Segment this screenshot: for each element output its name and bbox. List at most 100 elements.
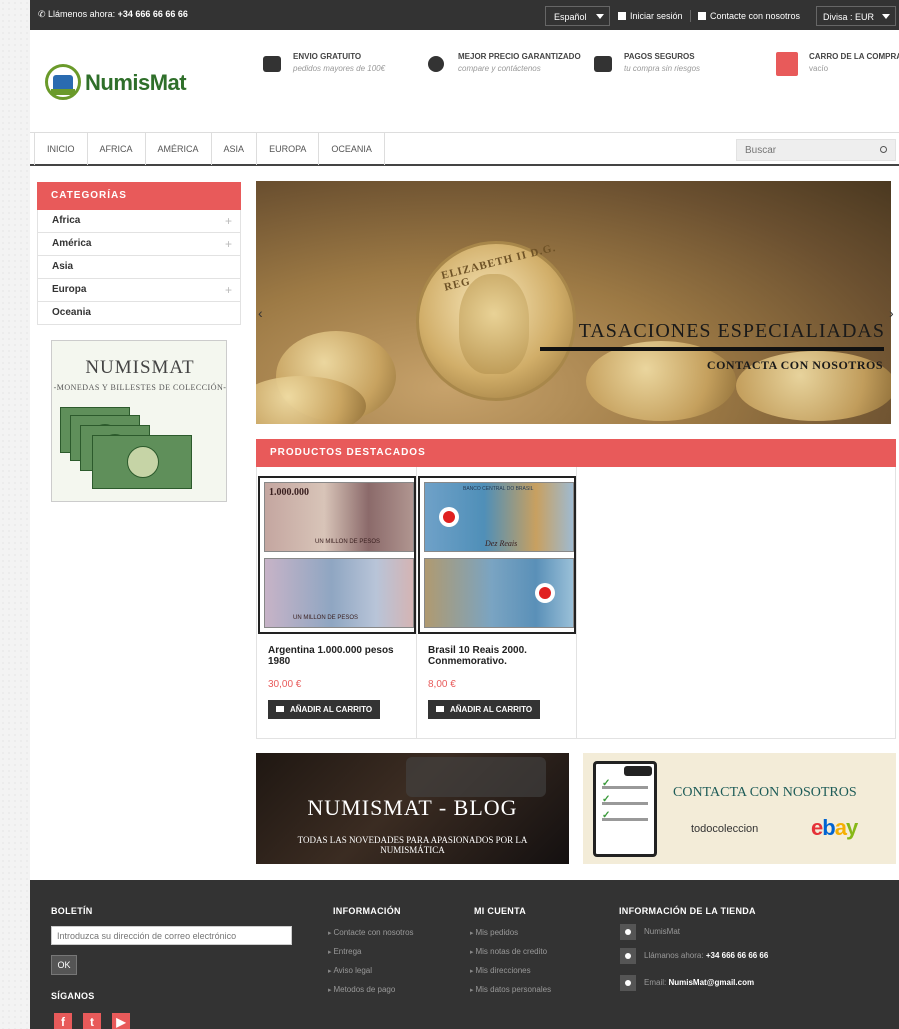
banknote-value: 1.000.000 [269,487,309,498]
footer-link[interactable]: Mis pedidos [470,928,518,937]
banknote-caption: UN MILLON DE PESOS [315,539,381,545]
user-icon [618,12,626,20]
banknote-caption: Dez Reais [485,539,518,548]
category-item-asia[interactable]: Asia [37,256,241,279]
top-phone: ✆ Llámenos ahora: +34 666 66 66 66 [38,9,188,19]
globe-icon [428,56,444,72]
tab-africa[interactable]: AFRICA [88,133,146,165]
top-bar: ✆ Llámenos ahora: +34 666 66 66 66 Españ… [30,0,899,30]
category-item-africa[interactable]: Africa + [37,210,241,233]
footer-link[interactable]: Contacte con nosotros [328,928,413,937]
footer-link[interactable]: Entrega [328,947,361,956]
newsletter-ok-button[interactable]: OK [51,955,77,975]
account-title: MI CUENTA [474,906,527,916]
footer-link[interactable]: Aviso legal [328,966,372,975]
plus-icon[interactable]: + [225,279,232,301]
promo-banner[interactable]: NUMISMAT -MONEDAS Y BILLESTES DE COLECCI… [51,340,227,502]
newsletter-title: BOLETÍN [51,906,93,916]
slider-title: TASACIONES ESPECIALIADAS [578,320,885,342]
categories-title: CATEGORÍAS [37,182,241,210]
chevron-right-icon[interactable]: › [889,305,894,321]
chevron-down-icon [596,14,604,19]
product-card: BANCO CENTRAL DO BRASIL Dez Reais Brasil… [417,467,577,738]
logo-icon [45,64,81,100]
coin-image: ELIZABETH II D.G. REG [416,241,576,401]
banknote-image: BANCO CENTRAL DO BRASIL Dez Reais [424,482,574,552]
tab-asia[interactable]: ASIA [212,133,258,165]
product-price: 8,00 € [428,679,456,690]
product-price: 30,00 € [268,679,302,690]
store-phone: Llámanos ahora: +34 666 66 66 66 [644,951,769,960]
product-name[interactable]: Brasil 10 Reais 2000. Conmemorativo. [428,645,568,667]
banknote-image: UN MILLON DE PESOS [264,558,414,628]
portrait-image [459,274,529,374]
banknote-caption: UN MILLON DE PESOS [293,615,359,621]
twitter-icon[interactable]: t [83,1013,101,1029]
currency-select[interactable]: Divisa : EUR [816,6,896,26]
product-name[interactable]: Argentina 1.000.000 pesos 1980 [268,645,408,667]
location-icon [620,924,636,940]
todocoleccion-logo: todocoleccion [691,823,759,835]
mail-icon [698,12,706,20]
phone-icon: ✆ [38,9,49,19]
card-icon [594,56,612,72]
nav-tabs: INICIO AFRICA AMÉRICA ASIA EUROPA OCEANI… [34,133,385,165]
category-item-america[interactable]: América + [37,233,241,256]
emblem [439,507,459,527]
store-info-title: INFORMACIÓN DE LA TIENDA [619,906,756,916]
coin-image [586,341,736,421]
follow-title: SÍGANOS [51,991,95,1001]
tab-oceania[interactable]: OCEANIA [319,133,385,165]
store-email[interactable]: Email: NumisMat@gmail.com [644,978,754,987]
store-name: NumisMat [644,927,681,936]
divider [690,10,691,22]
newsletter-email-input[interactable] [51,926,292,945]
product-card: 1.000.000 UN MILLON DE PESOS UN MILLON D… [257,467,417,738]
product-image[interactable]: 1.000.000 UN MILLON DE PESOS UN MILLON D… [258,476,416,634]
product-image[interactable]: BANCO CENTRAL DO BRASIL Dez Reais [418,476,576,634]
tab-europa[interactable]: EUROPA [257,133,320,165]
plus-icon[interactable]: + [225,233,232,255]
footer-link[interactable]: Mis notas de credito [470,947,547,956]
contact-link[interactable]: Contacte con nosotros [698,6,800,26]
cart-icon[interactable] [776,52,798,76]
clipboard-icon: ✓ ✓ ✓ [593,761,657,857]
emblem [535,583,555,603]
footer-link[interactable]: Mis direcciones [470,966,530,975]
site-logo[interactable]: NumisMat [45,64,205,104]
main-nav: INICIO AFRICA AMÉRICA ASIA EUROPA OCEANI… [30,132,899,166]
blog-banner[interactable]: NUMISMAT - BLOG TODAS LAS NOVEDADES PARA… [256,753,569,864]
banknote-image [92,435,192,489]
youtube-icon[interactable]: ▶ [112,1013,130,1029]
tab-america[interactable]: AMÉRICA [146,133,212,165]
add-to-cart-button[interactable]: AÑADIR AL CARRITO [268,700,381,719]
search-input[interactable] [737,140,867,160]
hero-slider[interactable]: ELIZABETH II D.G. REG TASACIONES ESPECIA… [256,181,891,424]
banknote-image [424,558,574,628]
mail-icon [620,975,636,991]
footer-link[interactable]: Mis datos personales [470,985,551,994]
phone-icon [620,948,636,964]
slider-cta[interactable]: CONTACTA CON NOSOTROS [707,358,883,373]
featured-title: PRODUCTOS DESTACADOS [256,439,896,467]
plus-icon[interactable]: + [225,210,232,232]
facebook-icon[interactable]: f [54,1013,72,1029]
slider-divider [540,347,884,351]
footer-link[interactable]: Metodos de pago [328,985,395,994]
banknote-image: 1.000.000 UN MILLON DE PESOS [264,482,414,552]
contact-banner[interactable]: ✓ ✓ ✓ CONTACTA CON NOSOTROS todocoleccio… [583,753,896,864]
search-box [736,139,896,161]
language-select[interactable]: Español [545,6,610,26]
typewriter-image [406,757,546,797]
truck-icon [263,56,281,72]
tab-inicio[interactable]: INICIO [34,133,88,165]
add-to-cart-button[interactable]: AÑADIR AL CARRITO [428,700,541,719]
chevron-left-icon[interactable]: ‹ [258,305,263,321]
category-item-oceania[interactable]: Oceania [37,302,241,325]
category-item-europa[interactable]: Europa + [37,279,241,302]
info-title: INFORMACIÓN [333,906,401,916]
ebay-logo: ebay [811,815,858,840]
search-icon[interactable] [880,146,887,153]
login-link[interactable]: Iniciar sesión [618,6,683,26]
chevron-down-icon [882,14,890,19]
